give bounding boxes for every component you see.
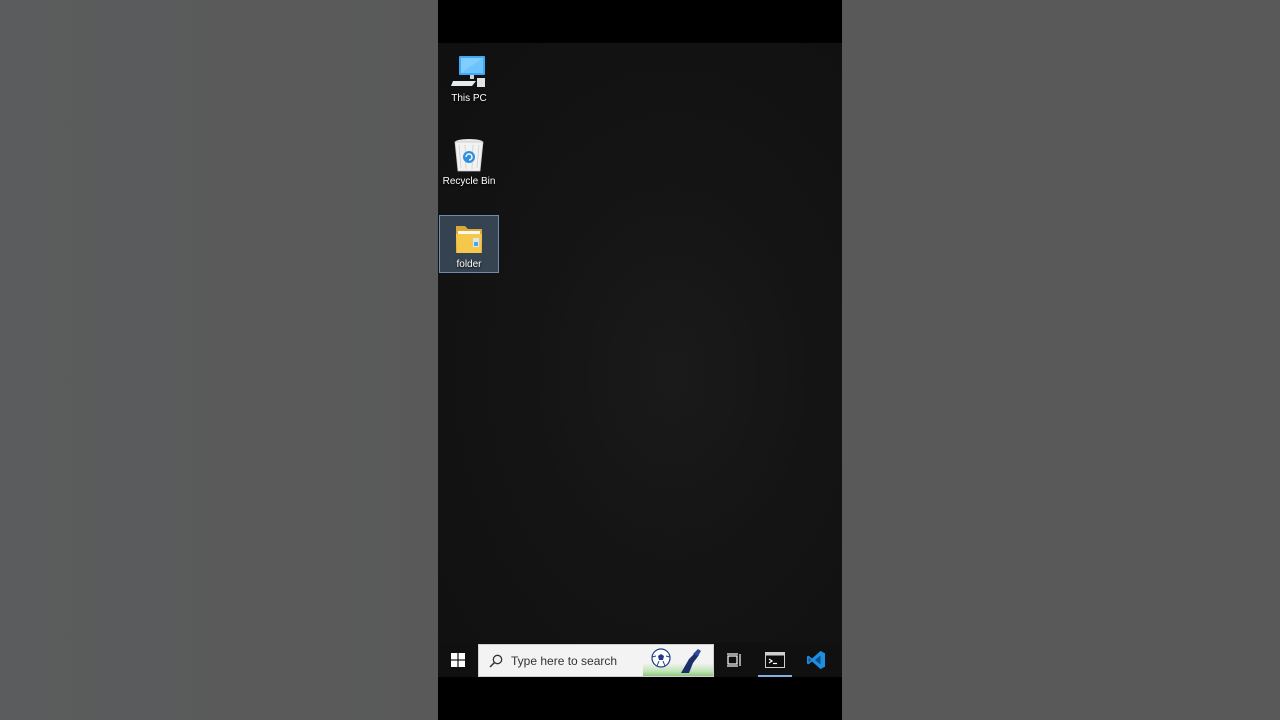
desktop-icon-label: Recycle Bin [442,176,496,187]
letterbox-left [0,0,438,720]
desktop-icon-label: This PC [451,93,487,104]
recycle-bin-icon [454,139,484,172]
desktop-icon-label: folder [456,259,482,270]
screen-frame: This PC Recycle Bin folder [438,0,842,720]
desktop-icon-recycle-bin[interactable]: Recycle Bin [439,133,499,191]
taskbar [438,643,842,677]
letterbox-right [842,0,1280,720]
windows-logo-icon [451,653,465,667]
desktop[interactable]: This PC Recycle Bin folder [438,43,842,643]
search-icon [489,654,503,668]
task-view-button[interactable] [714,643,754,677]
this-pc-icon [451,56,485,87]
terminal-icon [765,652,785,668]
terminal-taskbar-button[interactable] [755,643,795,677]
search-input[interactable] [511,653,651,668]
taskbar-search-box[interactable] [478,644,714,677]
search-highlight-image[interactable] [643,645,713,676]
folder-icon [456,226,482,253]
desktop-icon-this-pc[interactable]: This PC [439,50,499,108]
screen-bottom-bar [438,677,842,720]
vscode-icon [807,651,825,669]
soccer-ball-icon [651,648,701,673]
vscode-taskbar-button[interactable] [796,643,836,677]
start-button[interactable] [438,643,478,677]
desktop-icon-folder[interactable]: folder [439,215,499,273]
task-view-icon [727,653,741,667]
